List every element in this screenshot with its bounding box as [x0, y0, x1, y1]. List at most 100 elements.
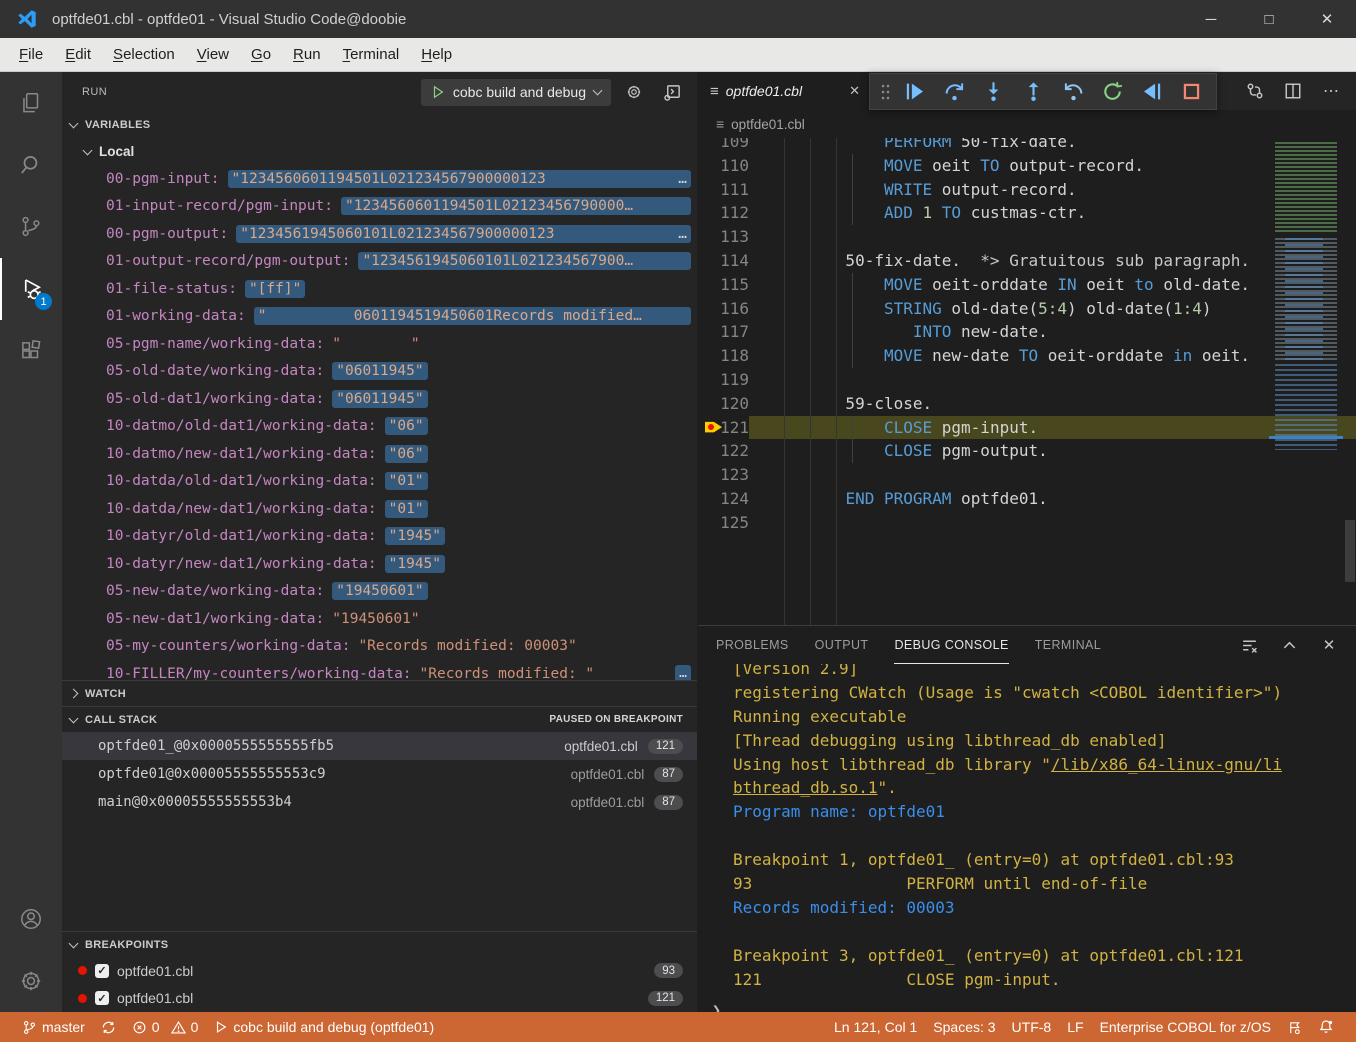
variable-row[interactable]: 01-input-record/pgm-input:"1234560601194…: [62, 193, 697, 221]
call-stack-section-header[interactable]: CALL STACK PAUSED ON BREAKPOINT: [62, 706, 697, 732]
breakpoint-checkbox[interactable]: [95, 964, 109, 978]
breadcrumb-file[interactable]: optfde01.cbl: [731, 117, 805, 132]
problems-indicator[interactable]: 0 0: [124, 1012, 207, 1042]
menu-help[interactable]: Help: [410, 42, 463, 67]
run-and-debug-icon[interactable]: 1: [0, 258, 62, 320]
variable-row[interactable]: 05-new-date/working-data:"19450601": [62, 578, 697, 606]
start-debugging-icon[interactable]: [431, 85, 445, 99]
variable-row[interactable]: 05-old-dat1/working-data:"06011945": [62, 385, 697, 413]
settings-gear-icon[interactable]: [0, 950, 62, 1012]
search-icon[interactable]: [0, 134, 62, 196]
code-line-116[interactable]: 116 STRING old-date(5:4) old-date(1:4): [698, 297, 1356, 321]
filter-console-icon[interactable]: [1237, 633, 1261, 657]
minimize-button[interactable]: ─: [1182, 0, 1240, 38]
step-over-icon[interactable]: [938, 77, 971, 107]
variable-row[interactable]: 01-output-record/pgm-output:"12345619450…: [62, 248, 697, 276]
cursor-position[interactable]: Ln 121, Col 1: [826, 1012, 925, 1042]
call-stack-frame[interactable]: optfde01@0x00005555555553c9optfde01.cbl8…: [62, 760, 697, 788]
code-line-124[interactable]: 124 END PROGRAM optfde01.: [698, 487, 1356, 511]
variable-row[interactable]: 05-new-dat1/working-data:"19450601": [62, 605, 697, 633]
variable-row[interactable]: 01-file-status:"[ff]": [62, 275, 697, 303]
panel-tab-problems[interactable]: PROBLEMS: [716, 626, 789, 664]
variable-row[interactable]: 05-my-counters/working-data:"Records mod…: [62, 633, 697, 661]
variable-row[interactable]: 00-pgm-output:"1234561945060101L02123456…: [62, 220, 697, 248]
sync-icon[interactable]: [93, 1012, 124, 1042]
watch-section-header[interactable]: WATCH: [62, 680, 697, 706]
variable-row[interactable]: 10-datda/old-dat1/working-data:"01": [62, 468, 697, 496]
console-input-prompt[interactable]: ❯: [712, 1001, 1356, 1012]
close-button[interactable]: ✕: [1298, 0, 1356, 38]
debug-target-indicator[interactable]: cobc build and debug (optfde01): [206, 1012, 442, 1042]
breakpoints-section-header[interactable]: BREAKPOINTS: [62, 931, 697, 957]
breakpoint-checkbox[interactable]: [95, 991, 109, 1005]
more-actions-icon[interactable]: ⋯: [1317, 77, 1345, 105]
code-line-114[interactable]: 114 50-fix-date. *> Gratuitous sub parag…: [698, 249, 1356, 273]
debug-console-icon[interactable]: [657, 77, 687, 107]
call-stack-frame[interactable]: optfde01_@0x0000555555555fb5optfde01.cbl…: [62, 732, 697, 760]
variable-row[interactable]: 10-datda/new-dat1/working-data:"01": [62, 495, 697, 523]
menu-selection[interactable]: Selection: [102, 42, 186, 67]
toolbar-drag-handle[interactable]: [878, 77, 891, 107]
step-into-icon[interactable]: [978, 77, 1011, 107]
scrollbar-slider[interactable]: [1345, 520, 1355, 582]
menu-run[interactable]: Run: [282, 42, 332, 67]
code-line-113[interactable]: 113: [698, 225, 1356, 249]
call-stack-frame[interactable]: main@0x00005555555553b4optfde01.cbl87: [62, 788, 697, 816]
maximize-panel-icon[interactable]: [1277, 633, 1301, 657]
tab-optfde01[interactable]: ≡ optfde01.cbl ✕: [698, 72, 870, 110]
code-line-125[interactable]: 125: [698, 511, 1356, 535]
breadcrumb[interactable]: ≡ optfde01.cbl: [698, 110, 1356, 138]
branch-indicator[interactable]: master: [14, 1012, 93, 1042]
scope-local[interactable]: Local: [62, 138, 697, 165]
eol-indicator[interactable]: LF: [1059, 1012, 1091, 1042]
panel-tab-debug-console[interactable]: DEBUG CONSOLE: [894, 626, 1008, 664]
breakpoint-row[interactable]: optfde01.cbl93: [62, 957, 697, 985]
open-changes-icon[interactable]: [1241, 77, 1269, 105]
code-line-117[interactable]: 117 INTO new-date.: [698, 320, 1356, 344]
split-editor-icon[interactable]: [1279, 77, 1307, 105]
panel-tab-terminal[interactable]: TERMINAL: [1035, 626, 1101, 664]
menu-terminal[interactable]: Terminal: [332, 42, 411, 67]
code-line-112[interactable]: 112 ADD 1 TO custmas-ctr.: [698, 201, 1356, 225]
code-line-118[interactable]: 118 MOVE new-date TO oeit-orddate in oei…: [698, 344, 1356, 368]
account-icon[interactable]: [0, 888, 62, 950]
variable-row[interactable]: 01-working-data:" 0601194519450601Record…: [62, 303, 697, 331]
code-line-123[interactable]: 123: [698, 463, 1356, 487]
menu-view[interactable]: View: [186, 42, 240, 67]
indentation-indicator[interactable]: Spaces: 3: [925, 1012, 1003, 1042]
notifications-bell-icon[interactable]: [1310, 1012, 1342, 1042]
variable-row[interactable]: 10-datmo/old-dat1/working-data:"06": [62, 413, 697, 441]
language-mode[interactable]: Enterprise COBOL for z/OS: [1092, 1012, 1279, 1042]
code-line-110[interactable]: 110 MOVE oeit TO output-record.: [698, 154, 1356, 178]
menu-edit[interactable]: Edit: [54, 42, 102, 67]
editor-scrollbar[interactable]: [1343, 138, 1356, 625]
restart-icon[interactable]: [1096, 77, 1129, 107]
variable-row[interactable]: 05-old-date/working-data:"06011945": [62, 358, 697, 386]
continue-icon[interactable]: [898, 77, 931, 107]
stop-icon[interactable]: [1175, 77, 1208, 107]
variable-row[interactable]: 00-pgm-input:"1234560601194501L021234567…: [62, 165, 697, 193]
step-out-icon[interactable]: [1017, 77, 1050, 107]
code-line-121[interactable]: 121 CLOSE pgm-input.: [698, 416, 1356, 440]
menu-go[interactable]: Go: [240, 42, 282, 67]
code-line-119[interactable]: 119: [698, 368, 1356, 392]
variable-row[interactable]: 10-datyr/new-dat1/working-data:"1945": [62, 550, 697, 578]
code-line-122[interactable]: 122 CLOSE pgm-output.: [698, 439, 1356, 463]
maximize-button[interactable]: □: [1240, 0, 1298, 38]
extensions-icon[interactable]: [0, 320, 62, 382]
variable-row[interactable]: 05-pgm-name/working-data:" ": [62, 330, 697, 358]
source-control-icon[interactable]: [0, 196, 62, 258]
explorer-icon[interactable]: [0, 72, 62, 134]
launch-settings-gear-icon[interactable]: [619, 77, 649, 107]
minimap[interactable]: [1269, 138, 1343, 618]
menu-file[interactable]: File: [8, 42, 54, 67]
reverse-continue-icon[interactable]: [1136, 77, 1169, 107]
code-line-109[interactable]: 109 PERFORM 50-fix-date.: [698, 138, 1356, 154]
code-editor[interactable]: 109 PERFORM 50-fix-date.110 MOVE oeit TO…: [698, 138, 1356, 625]
feedback-icon[interactable]: [1279, 1012, 1310, 1042]
variable-row[interactable]: 10-datmo/new-dat1/working-data:"06": [62, 440, 697, 468]
breakpoint-row[interactable]: optfde01.cbl121: [62, 985, 697, 1013]
console-link[interactable]: /lib/x86_64-linux-gnu/li: [1051, 755, 1282, 774]
variable-row[interactable]: 10-FILLER/my-counters/working-data:"Reco…: [62, 660, 697, 680]
close-panel-icon[interactable]: ✕: [1317, 633, 1341, 657]
